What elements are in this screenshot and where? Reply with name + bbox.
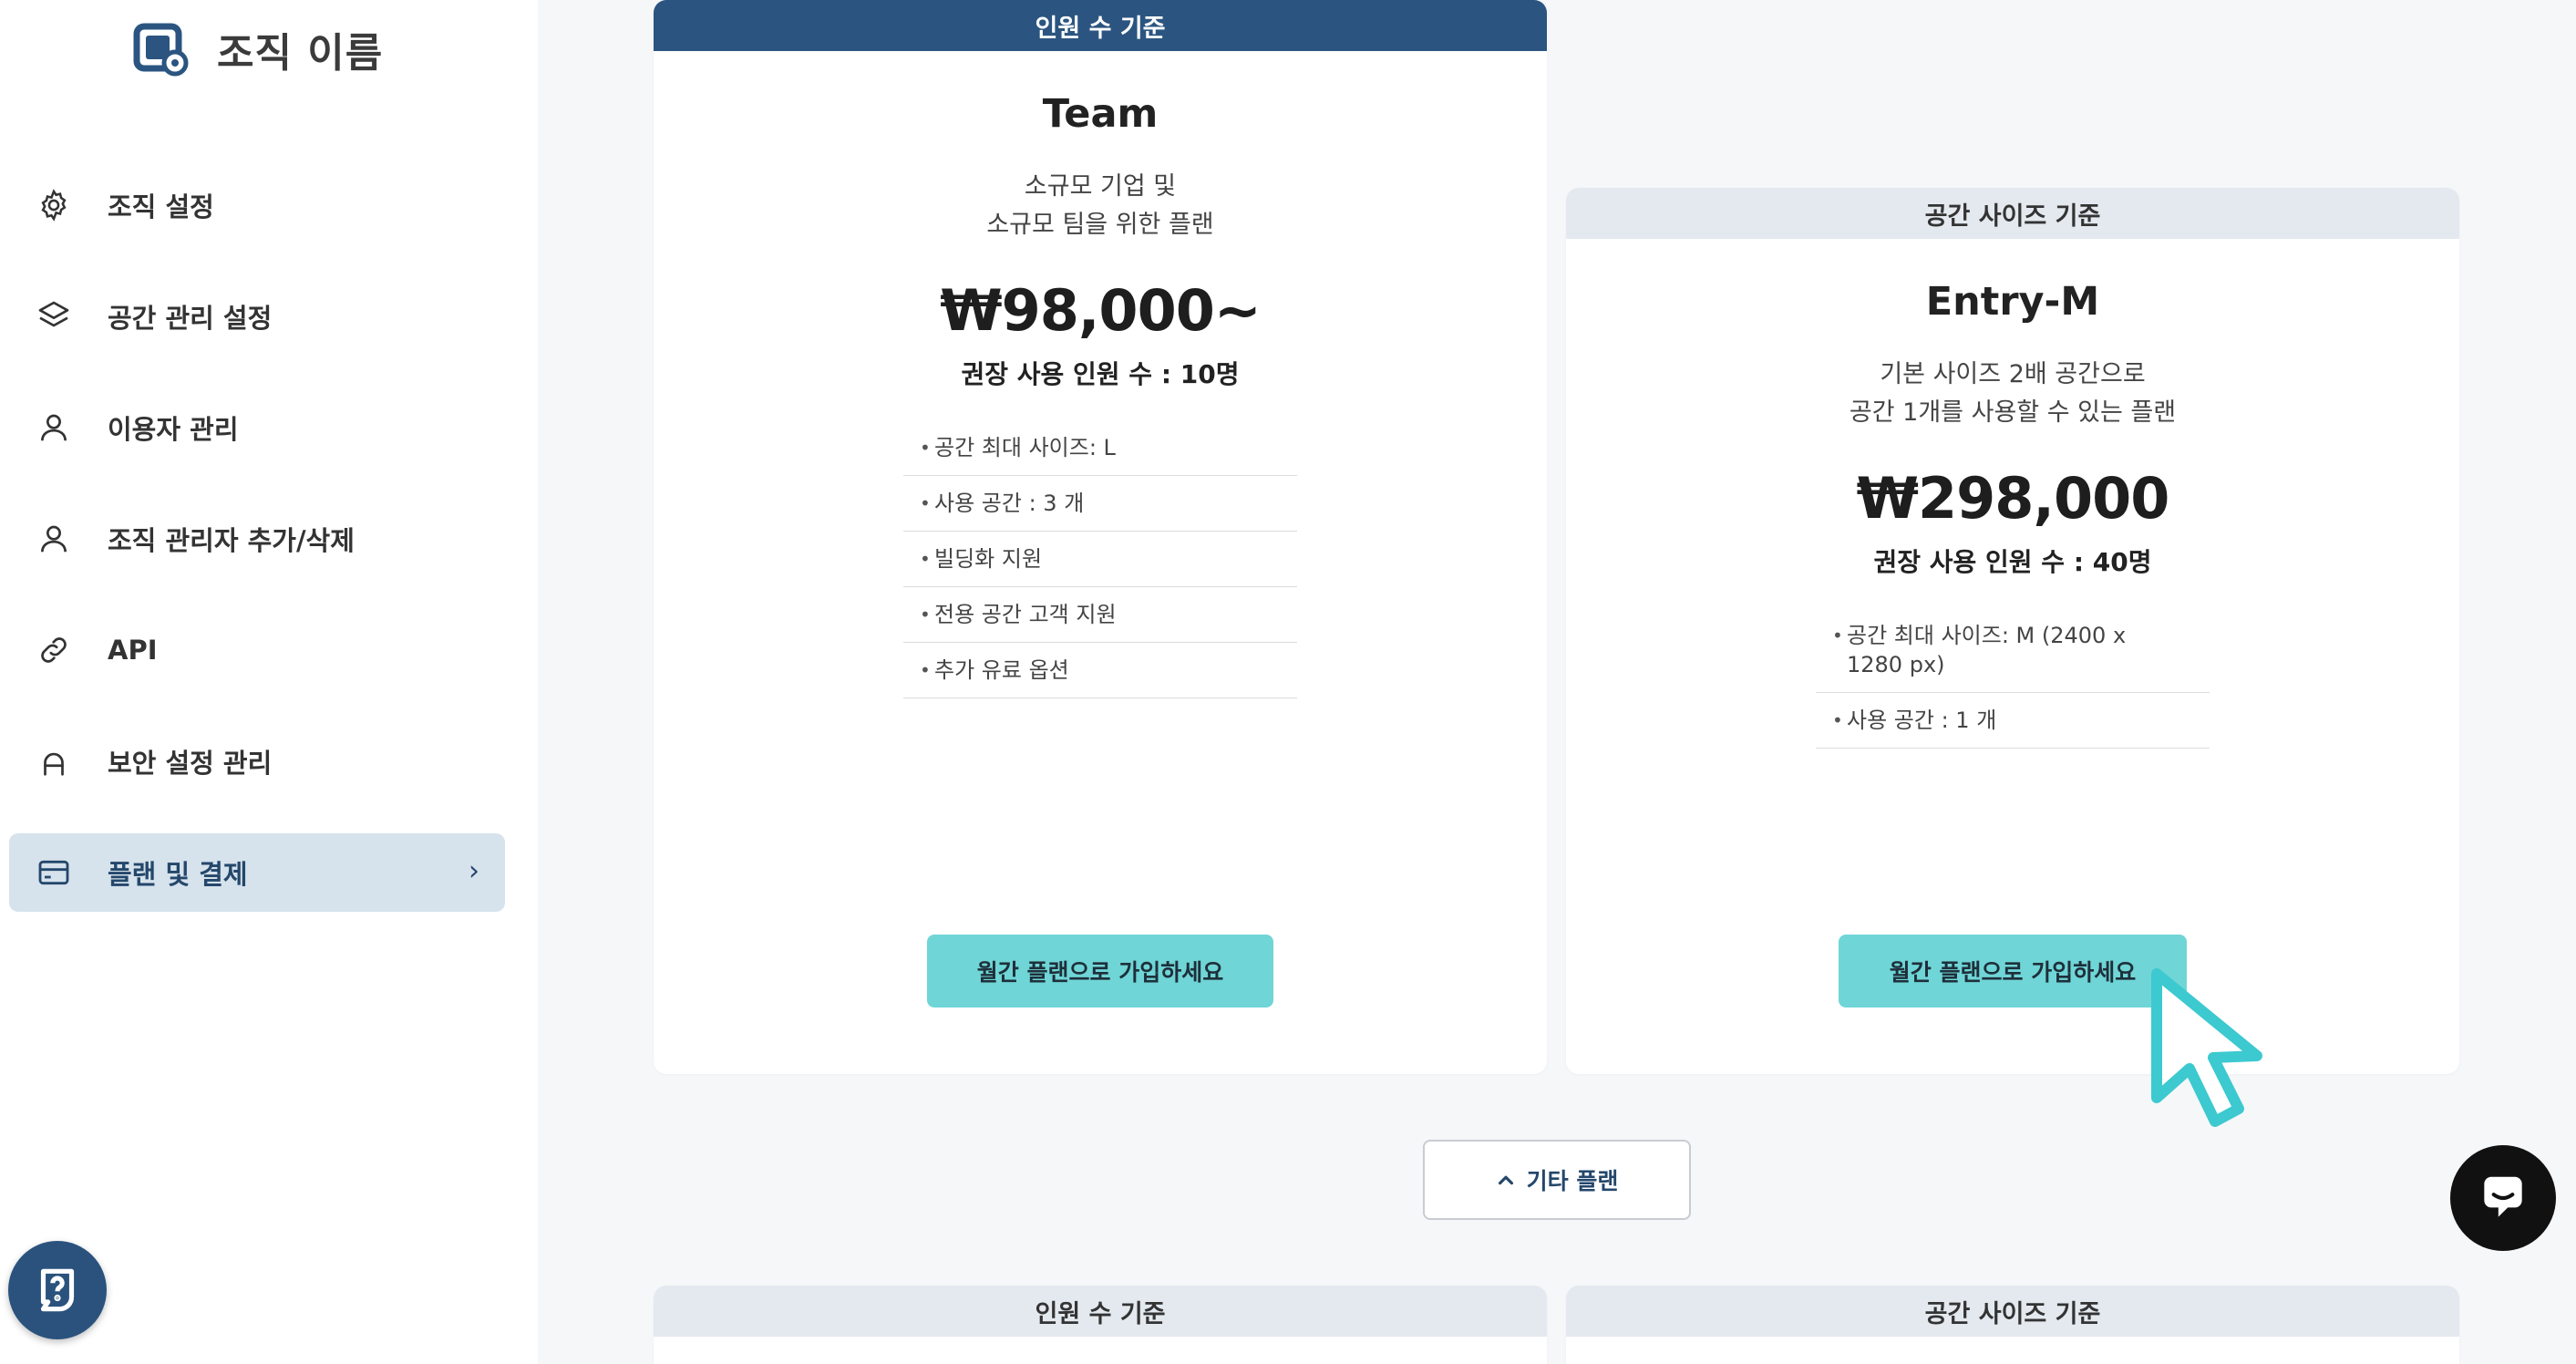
- help-button[interactable]: [8, 1241, 107, 1339]
- plan-feature-list: 공간 최대 사이즈: L 사용 공간 : 3 개 빌딩화 지원 전용 공간 고객…: [903, 420, 1297, 698]
- sidebar-item-label: 이용자 관리: [108, 414, 239, 445]
- plan-description-line: 소규모 팀을 위한 플랜: [986, 211, 1214, 239]
- plan-card-header: 공간 사이즈 기준: [1566, 188, 2459, 239]
- plan-card-header: 인원 수 기준: [654, 0, 1547, 51]
- sidebar-item-label: 조직 설정: [108, 191, 214, 222]
- sidebar-item-api[interactable]: API: [9, 611, 505, 689]
- plan-description: 소규모 기업 및 소규모 팀을 위한 플랜: [654, 168, 1547, 244]
- plan-card-header: 공간 사이즈 기준: [1566, 1286, 2459, 1337]
- sidebar-item-label: 공간 관리 설정: [108, 303, 273, 334]
- plan-feature: 전용 공간 고객 지원: [903, 587, 1297, 643]
- link-icon: [35, 631, 73, 669]
- plan-description-line: 공간 1개를 사용할 수 있는 플랜: [1849, 398, 2177, 427]
- sidebar-item-security[interactable]: 보안 설정 관리: [9, 722, 505, 801]
- mouse-cursor-icon: [2151, 968, 2262, 1127]
- plan-description: 기본 사이즈 2배 공간으로 공간 1개를 사용할 수 있는 플랜: [1566, 356, 2459, 432]
- plan-card-team: 인원 수 기준 Team 소규모 기업 및 소규모 팀을 위한 플랜 ₩98,0…: [654, 0, 1547, 1074]
- sidebar-item-org-settings[interactable]: 조직 설정: [9, 166, 505, 244]
- plan-card-bottom-users: 인원 수 기준: [654, 1286, 1547, 1364]
- plan-name: Entry-M: [1925, 279, 2100, 325]
- user-icon: [35, 408, 73, 447]
- chat-icon: [2484, 1176, 2522, 1217]
- sidebar-item-plan-billing[interactable]: 플랜 및 결제 ›: [9, 833, 505, 912]
- plan-description-line: 기본 사이즈 2배 공간으로: [1880, 360, 2146, 388]
- plan-feature: 추가 유료 옵션: [903, 643, 1297, 698]
- chat-button[interactable]: [2450, 1145, 2556, 1251]
- sidebar-nav: 조직 설정 공간 관리 설정 이용자 관리 조직 관리자 추가/삭제 API 보…: [9, 166, 505, 945]
- plan-recommended-users: 권장 사용 인원 수 : 10명: [961, 359, 1240, 389]
- plan-feature: 사용 공간 : 1 개: [1816, 693, 2210, 749]
- layers-icon: [35, 297, 73, 336]
- org-logo-icon: [133, 23, 189, 77]
- plan-feature: 사용 공간 : 3 개: [903, 476, 1297, 532]
- sidebar-item-label: 플랜 및 결제: [108, 859, 248, 890]
- user-icon: [35, 520, 73, 558]
- plan-description-line: 소규모 기업 및: [1024, 172, 1177, 201]
- chevron-right-icon: ›: [469, 855, 479, 887]
- plan-feature: 공간 최대 사이즈: M (2400 x 1280 px): [1816, 608, 2210, 693]
- plan-card-bottom-size: 공간 사이즈 기준: [1566, 1286, 2459, 1364]
- org-header[interactable]: 조직 이름: [133, 13, 383, 86]
- plan-name: Team: [1042, 91, 1159, 137]
- org-name: 조직 이름: [217, 30, 384, 77]
- subscribe-monthly-button[interactable]: 월간 플랜으로 가입하세요: [1839, 935, 2187, 1008]
- plan-feature: 공간 최대 사이즈: L: [903, 420, 1297, 476]
- plan-feature: 빌딩화 지원: [903, 532, 1297, 587]
- credit-card-icon: [35, 853, 73, 892]
- plan-card-header: 인원 수 기준: [654, 1286, 1547, 1337]
- help-icon: [40, 1268, 75, 1312]
- chevron-up-icon: [1498, 1175, 1513, 1185]
- sidebar-item-org-admin[interactable]: 조직 관리자 추가/삭제: [9, 500, 505, 578]
- subscribe-monthly-button[interactable]: 월간 플랜으로 가입하세요: [927, 935, 1273, 1008]
- sidebar-item-space-settings[interactable]: 공간 관리 설정: [9, 277, 505, 356]
- lock-icon: [35, 742, 73, 780]
- other-plans-toggle-button[interactable]: 기타 플랜: [1423, 1140, 1691, 1220]
- plan-feature-list: 공간 최대 사이즈: M (2400 x 1280 px) 사용 공간 : 1 …: [1816, 608, 2210, 749]
- sidebar: 조직 이름 조직 설정 공간 관리 설정 이용자 관리 조직 관리자 추가/삭제…: [0, 0, 538, 1364]
- sidebar-item-label: 조직 관리자 추가/삭제: [108, 525, 355, 556]
- plan-price: ₩98,000~: [940, 277, 1262, 344]
- sidebar-item-user-management[interactable]: 이용자 관리: [9, 388, 505, 467]
- other-plans-label: 기타 플랜: [1526, 1168, 1619, 1194]
- plan-recommended-users: 권장 사용 인원 수 : 40명: [1873, 547, 2152, 577]
- plan-price: ₩298,000: [1856, 465, 2170, 532]
- plan-and-billing-page: 조직 이름 조직 설정 공간 관리 설정 이용자 관리 조직 관리자 추가/삭제…: [0, 0, 2576, 1364]
- plan-card-entry-m: 공간 사이즈 기준 Entry-M 기본 사이즈 2배 공간으로 공간 1개를 …: [1566, 188, 2459, 1074]
- sidebar-item-label: API: [108, 635, 158, 666]
- main-content: 인원 수 기준 Team 소규모 기업 및 소규모 팀을 위한 플랜 ₩98,0…: [538, 0, 2576, 1364]
- gear-icon: [35, 186, 73, 224]
- sidebar-item-label: 보안 설정 관리: [108, 748, 273, 779]
